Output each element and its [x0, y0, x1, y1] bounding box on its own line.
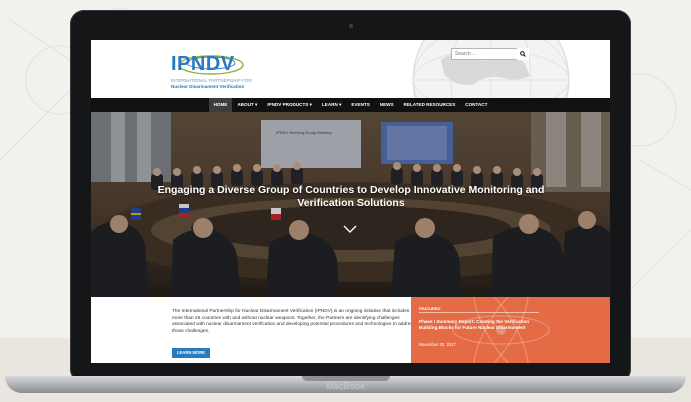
nav-item-events[interactable]: EVENTS: [346, 98, 374, 112]
camera-dot: [349, 24, 353, 28]
nav-item-contact[interactable]: CONTACT: [460, 98, 492, 112]
featured-panel: FEATURED Phase I Summary Report: Creatin…: [411, 297, 610, 363]
logo-wordmark: IPNDV: [171, 53, 235, 75]
intro-paragraph: The International Partnership for Nuclea…: [172, 309, 416, 334]
intro-section: The International Partnership for Nuclea…: [91, 297, 610, 363]
nav-item-ipndv-products[interactable]: IPNDV PRODUCTS ▾: [262, 98, 317, 112]
chevron-down-icon[interactable]: [342, 224, 358, 234]
nav-item-learn[interactable]: LEARN ▾: [317, 98, 346, 112]
learn-more-button[interactable]: LEARN MORE: [172, 348, 210, 358]
site-header: IPNDV INTERNATIONAL PARTNERSHIP FOR Nucl…: [91, 40, 610, 98]
main-nav: HOME ABOUT ▾ IPNDV PRODUCTS ▾ LEARN ▾ EV…: [91, 98, 610, 112]
featured-article-date: November 30, 2017: [419, 342, 456, 347]
ipndv-logo[interactable]: IPNDV INTERNATIONAL PARTNERSHIP FOR Nucl…: [171, 49, 291, 93]
nav-item-about[interactable]: ABOUT ▾: [232, 98, 262, 112]
logo-subtitle-line2: Nuclear Disarmament Verification: [171, 84, 245, 89]
featured-divider: [419, 312, 539, 313]
featured-article-link[interactable]: Phase I Summary Report: Creating the Ver…: [419, 319, 531, 331]
logo-subtitle-line1: INTERNATIONAL PARTNERSHIP FOR: [171, 78, 252, 83]
nav-item-home[interactable]: HOME: [208, 98, 233, 112]
hero-title: Engaging a Diverse Group of Countries to…: [157, 184, 545, 209]
search-input[interactable]: Search ...: [451, 48, 518, 60]
laptop-screen: IPNDV INTERNATIONAL PARTNERSHIP FOR Nucl…: [91, 40, 610, 363]
featured-label: FEATURED: [419, 306, 441, 311]
laptop-brand-label: MacBook: [326, 381, 365, 391]
search-button[interactable]: [517, 48, 529, 60]
nav-item-news[interactable]: NEWS: [375, 98, 399, 112]
nav-item-related-resources[interactable]: RELATED RESOURCES: [399, 98, 461, 112]
hero-banner: IPNDV Working Group Meeting: [91, 112, 610, 297]
search-icon: [520, 51, 526, 57]
